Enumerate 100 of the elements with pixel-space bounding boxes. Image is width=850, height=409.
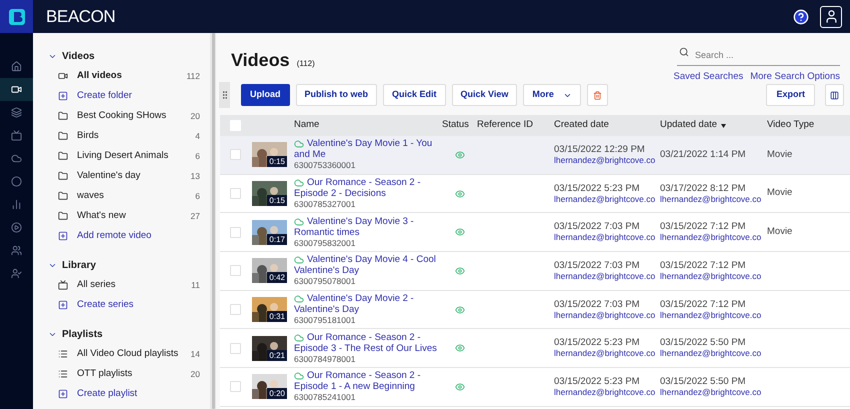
trash-icon (592, 90, 602, 100)
cloud-icon (294, 371, 304, 382)
sidebar-item[interactable]: OTT playlists 20 (48, 364, 200, 384)
folder-icon (58, 111, 68, 121)
sidebar-item[interactable]: waves 6 (48, 186, 200, 206)
user-button[interactable] (820, 6, 842, 28)
video-title-link[interactable]: Our Romance - Season 2 - Episode 1 - A new Beginning (294, 370, 438, 392)
duration-label: 0:15 (267, 156, 287, 168)
video-id: 6300795832001 (294, 238, 356, 249)
duration-label: 0:15 (267, 195, 287, 206)
circle-icon (11, 176, 22, 187)
eye-icon (454, 382, 464, 392)
updated-by: lhernandez@brightcove.co (660, 194, 762, 205)
section-header[interactable]: Videos (48, 46, 200, 66)
updated-date: 03/17/2022 8:12 PM (660, 182, 747, 194)
updated-date: 03/15/2022 7:12 PM (660, 221, 747, 232)
toolbar-button[interactable]: Quick Edit (383, 84, 446, 106)
duration-label: 0:31 (267, 311, 287, 322)
updated-by: lhernandez@brightcove.co (660, 348, 762, 360)
column-header[interactable]: Created date (554, 118, 609, 133)
list-icon (58, 349, 68, 359)
sidebar-item[interactable]: Create folder (48, 86, 200, 106)
updated-by: lhernandez@brightcove.co (660, 386, 762, 398)
sidebar-item[interactable]: What's new 27 (48, 206, 200, 226)
select-all-checkbox[interactable] (230, 120, 241, 131)
column-header[interactable]: Video Type (767, 118, 814, 133)
created-by: lhernandez@brightcove.co (554, 154, 656, 166)
video-id: 6300753360001 (294, 160, 356, 172)
row-checkbox[interactable] (230, 265, 241, 276)
upload-button[interactable]: Upload (241, 84, 290, 106)
sidebar-item[interactable]: All Video Cloud playlists 14 (48, 344, 200, 364)
cloud-icon (294, 216, 304, 227)
video-title-link[interactable]: Valentine's Day Movie 4 - Cool Valentine's Day (294, 254, 438, 276)
sidebar-item[interactable]: All videos 112 (48, 66, 200, 86)
row-checkbox[interactable] (230, 149, 241, 160)
search-link[interactable]: More Search Options (750, 70, 840, 84)
row-checkbox[interactable] (230, 188, 241, 200)
video-id: 6300795078001 (294, 276, 356, 288)
more-button[interactable]: More (523, 84, 581, 106)
folder-icon (58, 151, 68, 161)
duration-label: 0:21 (267, 350, 287, 361)
created-date: 03/15/2022 7:03 PM (554, 221, 641, 232)
column-header[interactable]: Updated date (660, 118, 718, 133)
created-date: 03/15/2022 5:23 PM (554, 376, 641, 387)
sidebar-item[interactable]: Valentine's day 13 (48, 166, 200, 186)
created-date: 03/15/2022 12:29 PM (554, 144, 646, 155)
updated-by: lhernandez@brightcove.co (660, 232, 762, 244)
updated-by: lhernandez@brightcove.co (660, 270, 762, 282)
eye-icon (454, 227, 464, 238)
updated-by: lhernandez@brightcove.co (660, 310, 762, 321)
search-icon (679, 47, 689, 57)
video-type: Movie (767, 226, 792, 238)
video-camera-icon (58, 71, 68, 81)
toolbar-button[interactable]: Quick View (452, 84, 518, 106)
sidebar-item[interactable]: Create playlist (48, 384, 200, 404)
column-header[interactable]: Reference ID (477, 118, 533, 133)
home-icon (11, 61, 22, 72)
nav-item[interactable] (0, 78, 33, 101)
video-id: 6300795181001 (294, 315, 356, 326)
video-id: 6300784978001 (294, 354, 356, 365)
export-button[interactable]: Export (766, 84, 815, 106)
help-icon[interactable] (793, 8, 809, 24)
created-date: 03/15/2022 5:23 PM (554, 337, 641, 348)
table-row[interactable]: 0:20 Our Romance - Season 2 - Episode 1 - A new Beginning 6300785241001 03/15/2022 5:23 PM lhernandez@brightcove.co 03/15/2022 5:50 PM lhernandez@brightcove.co (220, 368, 850, 407)
sidebar-item[interactable]: Birds 4 (48, 126, 200, 146)
column-header[interactable]: Name (294, 118, 320, 133)
tv-icon (11, 130, 22, 141)
row-checkbox[interactable] (230, 381, 241, 392)
eye-icon (454, 188, 464, 199)
page-title: Videos (231, 49, 290, 72)
sidebar-item[interactable]: Create series (48, 295, 200, 315)
row-checkbox[interactable] (230, 342, 241, 354)
drag-handle[interactable] (219, 82, 230, 108)
column-header[interactable]: Status (442, 118, 469, 133)
video-id: 6300785327001 (294, 199, 356, 210)
users-icon (11, 245, 22, 256)
sidebar-item[interactable]: Best Cooking SHows 20 (48, 106, 200, 126)
section-header[interactable]: Library (48, 255, 200, 275)
search-field[interactable]: Search ... (677, 45, 840, 66)
sidebar-item[interactable]: Add remote video (48, 226, 200, 246)
layers-icon (11, 107, 22, 118)
play-icon (11, 222, 22, 233)
plus-square-icon (58, 231, 68, 241)
section-header[interactable]: Playlists (48, 324, 200, 344)
sidebar-item[interactable]: Living Desert Animals 6 (48, 146, 200, 166)
row-checkbox[interactable] (230, 226, 241, 238)
eye-icon (454, 266, 464, 276)
search-link[interactable]: Saved Searches (674, 70, 744, 84)
video-title-link[interactable]: Valentine's Day Movie 1 - You and Me (294, 138, 438, 160)
row-checkbox[interactable] (230, 304, 241, 316)
created-by: lhernandez@brightcove.co (554, 348, 656, 360)
delete-button[interactable] (586, 84, 608, 106)
video-title-link[interactable]: Our Romance - Season 2 - Episode 2 - Decisions (294, 177, 438, 200)
video-camera-icon (11, 84, 22, 95)
video-title-link[interactable]: Valentine's Day Movie 2 - Valentine's Day (294, 293, 438, 316)
columns-button[interactable] (825, 84, 844, 106)
video-title-link[interactable]: Our Romance - Season 2 - Episode 3 - The Rest of Our Lives (294, 332, 438, 354)
video-title-link[interactable]: Valentine's Day Movie 3 - Romantic times (294, 216, 438, 238)
toolbar-button[interactable]: Publish to web (296, 84, 378, 106)
sidebar-item[interactable]: All series 11 (48, 275, 200, 295)
